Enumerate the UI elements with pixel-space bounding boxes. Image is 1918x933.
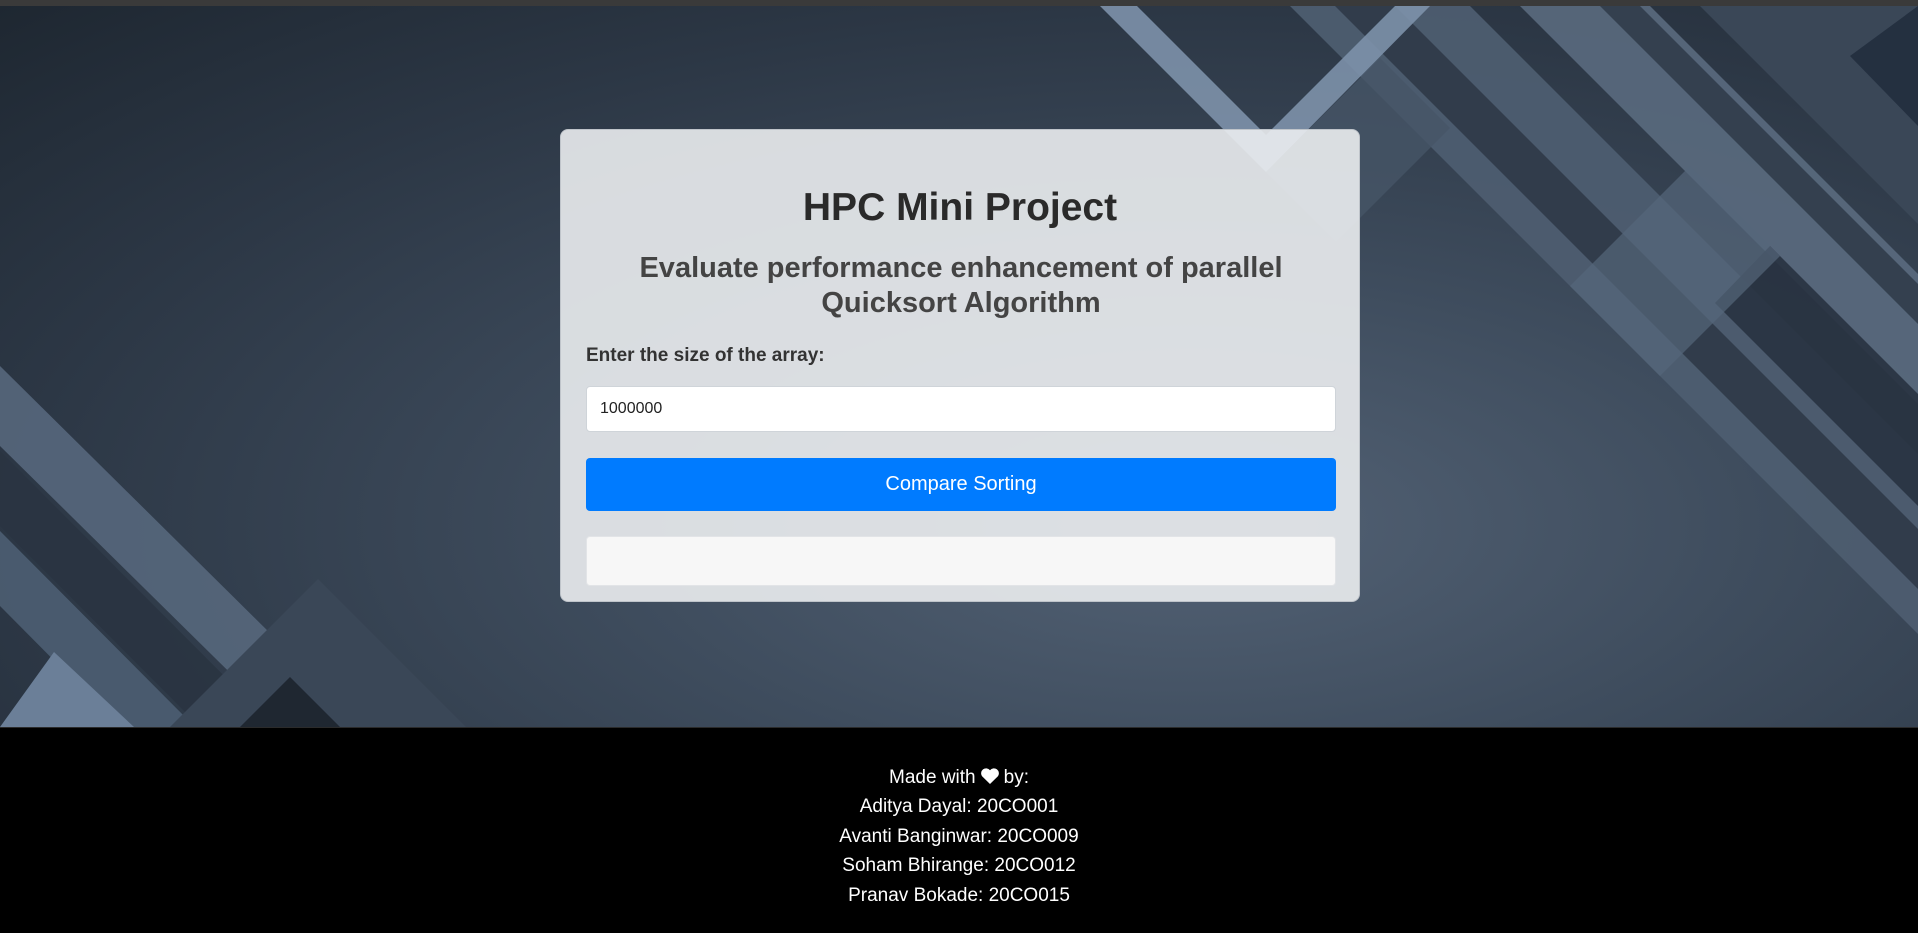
page-title: HPC Mini Project — [802, 186, 1118, 229]
made-with-suffix: by: — [1003, 767, 1029, 788]
array-size-label: Enter the size of the array: — [586, 345, 825, 366]
made-with-line: Made with by: — [0, 763, 1918, 792]
compare-sorting-button[interactable]: Compare Sorting — [586, 458, 1336, 511]
footer: Made with by: Aditya Dayal: 20CO001 Avant… — [0, 727, 1918, 933]
team-members-list: Aditya Dayal: 20CO001 Avanti Banginwar: … — [0, 792, 1918, 910]
team-member: Soham Bhirange: 20CO012 — [842, 855, 1076, 876]
array-size-input[interactable] — [586, 386, 1336, 432]
main-card: HPC Mini Project Evaluate performance en… — [560, 129, 1360, 602]
heart-icon — [980, 768, 999, 784]
team-member: Aditya Dayal: 20CO001 — [859, 796, 1059, 817]
page-subtitle: Evaluate performance enhancement of para… — [639, 252, 1283, 319]
result-output-box — [586, 536, 1336, 586]
made-with-prefix: Made with — [889, 767, 976, 788]
hero-background: HPC Mini Project Evaluate performance en… — [0, 6, 1918, 727]
team-member: Pranav Bokade: 20CO015 — [848, 884, 1070, 906]
team-member: Avanti Banginwar: 20CO009 — [839, 825, 1079, 847]
